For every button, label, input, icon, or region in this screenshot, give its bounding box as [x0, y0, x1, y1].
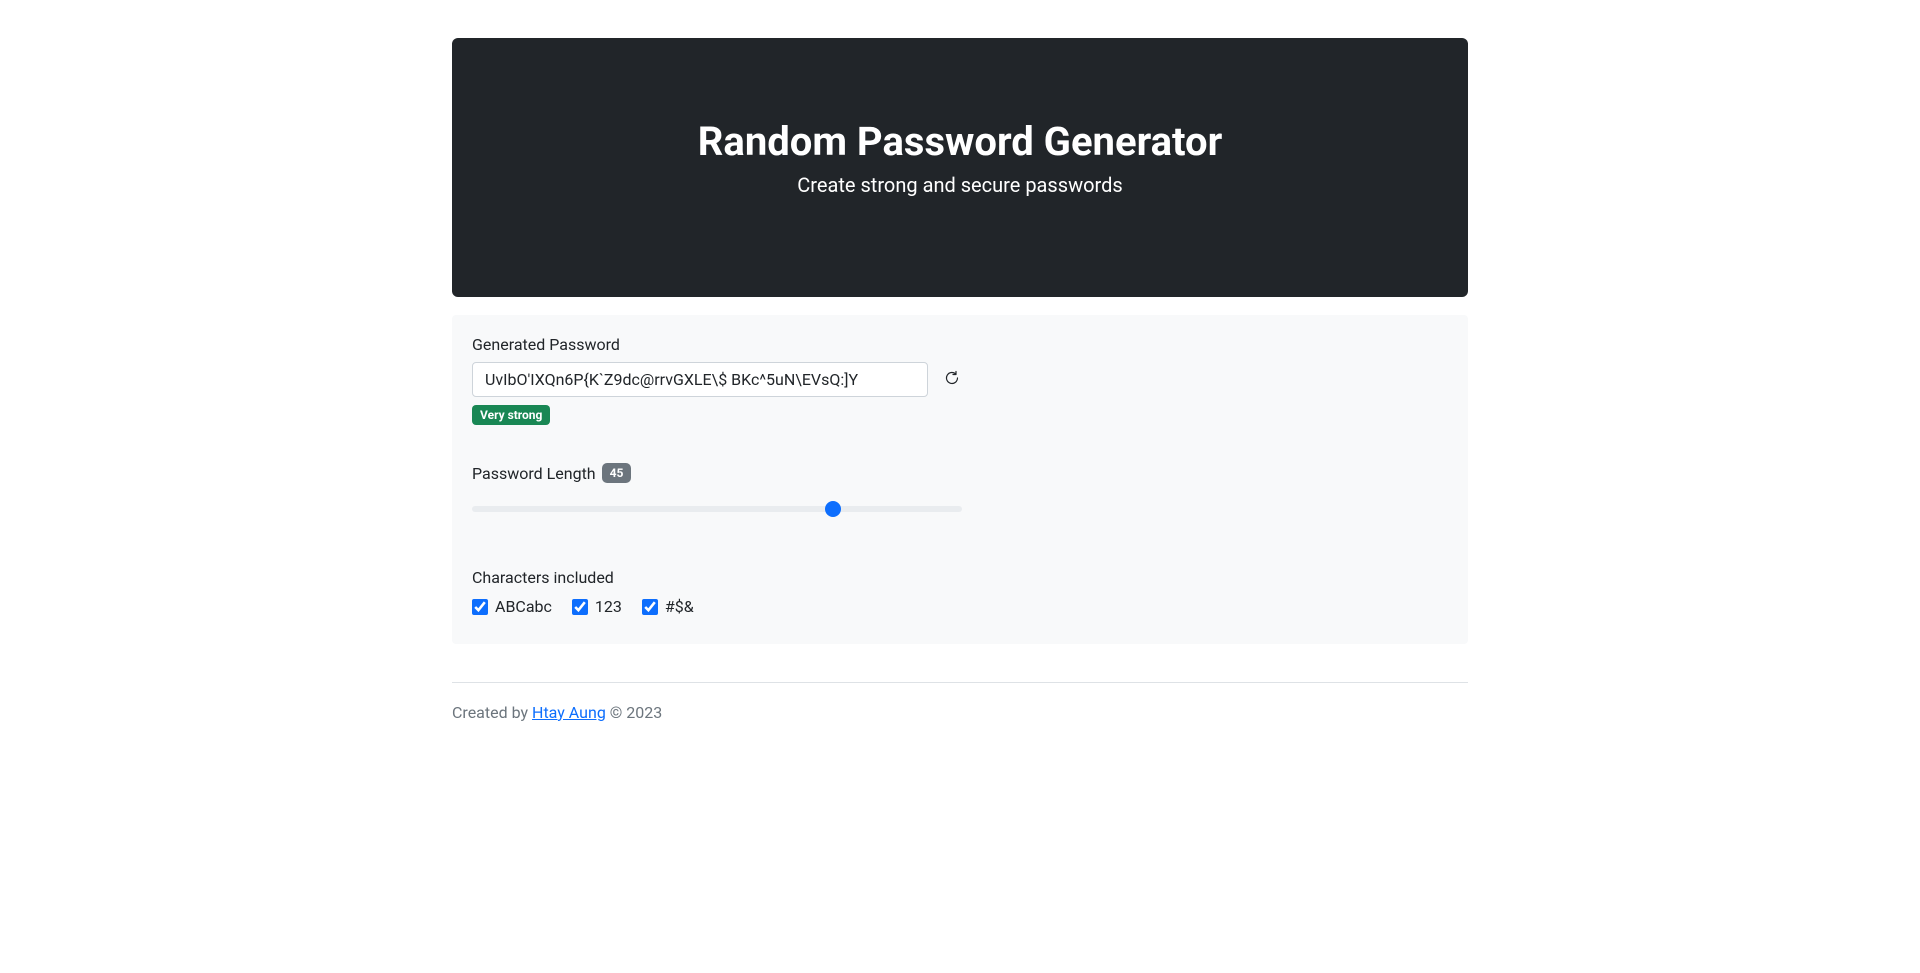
characters-label: Characters included [472, 568, 1448, 587]
page-subtitle: Create strong and secure passwords [472, 173, 1448, 197]
footer-prefix: Created by [452, 703, 532, 722]
checkbox-letters[interactable] [472, 599, 488, 615]
password-length-slider[interactable] [472, 506, 962, 512]
password-length-value: 45 [602, 463, 632, 483]
refresh-button[interactable] [940, 366, 964, 393]
refresh-icon [944, 370, 960, 389]
page-title: Random Password Generator [472, 118, 1448, 165]
characters-section: Characters included ABCabc 123 #$& [472, 568, 1448, 616]
generated-password-label: Generated Password [472, 335, 1448, 354]
checkbox-item-letters: ABCabc [472, 597, 552, 616]
generator-card: Generated Password Very strong Password … [452, 315, 1468, 644]
checkbox-letters-label[interactable]: ABCabc [495, 597, 552, 616]
footer: Created by Htay Aung © 2023 [452, 703, 1468, 762]
footer-suffix: © 2023 [606, 703, 662, 722]
generated-password-section: Generated Password Very strong [472, 335, 1448, 425]
generated-password-input[interactable] [472, 362, 928, 397]
checkbox-symbols-label[interactable]: #$& [665, 597, 694, 616]
footer-author-link[interactable]: Htay Aung [532, 703, 606, 722]
checkbox-numbers-label[interactable]: 123 [595, 597, 622, 616]
checkbox-symbols[interactable] [642, 599, 658, 615]
password-length-section: Password Length 45 [472, 463, 1448, 516]
checkbox-item-numbers: 123 [572, 597, 622, 616]
checkbox-item-symbols: #$& [642, 597, 694, 616]
checkbox-numbers[interactable] [572, 599, 588, 615]
password-length-label: Password Length [472, 464, 596, 483]
strength-badge: Very strong [472, 405, 550, 425]
divider [452, 682, 1468, 683]
header: Random Password Generator Create strong … [452, 38, 1468, 297]
